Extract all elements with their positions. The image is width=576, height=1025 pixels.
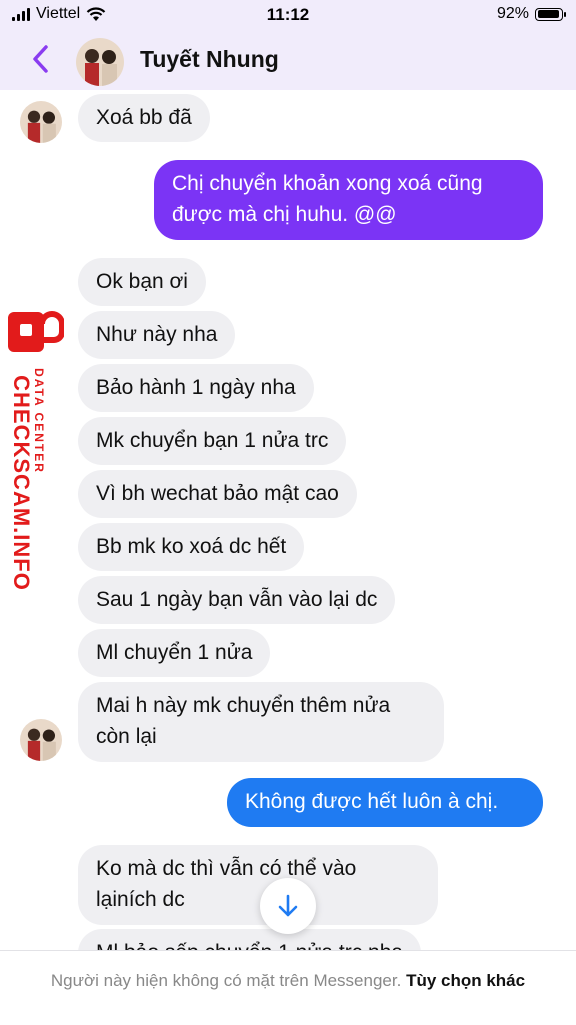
battery-percent: 92% — [496, 5, 529, 22]
message-incoming[interactable]: Bb mk ko xoá dc hết — [78, 523, 305, 571]
sender-avatar[interactable] — [20, 719, 62, 761]
contact-name[interactable]: Tuyết Nhung — [140, 46, 279, 73]
battery-status: 92% — [497, 5, 566, 23]
message-incoming[interactable]: Bảo hành 1 ngày nha — [78, 364, 314, 412]
watermark-subtitle: DATA CENTER — [32, 368, 46, 474]
status-bar: Viettel 11:12 92% — [0, 0, 576, 30]
footer-notice: Người này hiện không có mặt trên Messeng… — [0, 950, 576, 1025]
arrow-down-icon — [278, 894, 298, 917]
back-button[interactable] — [28, 42, 54, 76]
lock-icon — [8, 311, 64, 352]
message-incoming[interactable]: Ok bạn ơi — [78, 258, 206, 306]
chat-header: Tuyết Nhung — [0, 30, 576, 90]
message-incoming[interactable]: Mai h này mk chuyển thêm nửa còn lại — [78, 682, 444, 762]
chevron-left-icon — [33, 45, 48, 73]
more-options-link[interactable]: Tùy chọn khác — [406, 971, 525, 990]
clock: 11:12 — [266, 5, 310, 24]
message-incoming[interactable]: Sau 1 ngày bạn vẫn vào lại dc — [78, 576, 396, 624]
sender-avatar[interactable] — [20, 101, 62, 143]
watermark: DATA CENTER CHECKSCAM.INFO — [2, 310, 72, 600]
battery-icon — [535, 7, 563, 21]
scroll-to-bottom-button[interactable] — [260, 878, 316, 934]
watermark-brand: CHECKSCAM.INFO — [9, 375, 34, 591]
message-incoming[interactable]: Xoá bb đã — [78, 94, 210, 142]
message-outgoing[interactable]: Chị chuyển khoản xong xoá cũng được mà c… — [154, 160, 543, 240]
message-incoming[interactable]: Mk chuyển bạn 1 nửa trc — [78, 417, 347, 465]
unavailable-notice: Người này hiện không có mặt trên Messeng… — [50, 971, 402, 990]
message-incoming[interactable]: Như này nha — [78, 311, 236, 359]
message-incoming[interactable]: Ml chuyển 1 nửa — [78, 629, 271, 677]
message-incoming[interactable]: Vì bh wechat bảo mật cao — [78, 470, 357, 518]
contact-avatar[interactable] — [76, 38, 124, 86]
message-outgoing[interactable]: Không được hết luôn à chị. — [227, 778, 543, 827]
message-incoming[interactable]: Ko mà dc thì vẫn có thể vào lạiních dc — [78, 845, 438, 925]
